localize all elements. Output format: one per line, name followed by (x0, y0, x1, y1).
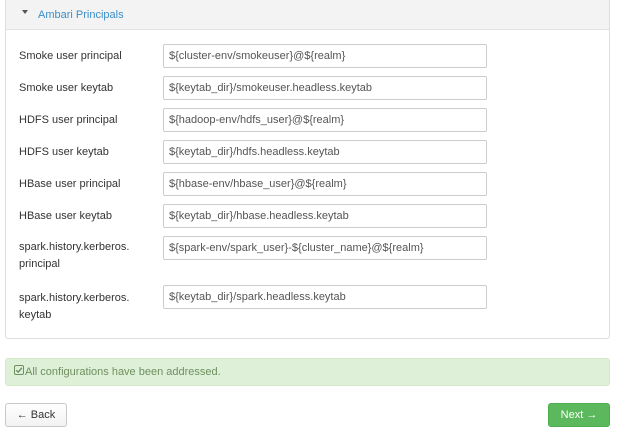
hdfs-user-keytab-input[interactable] (163, 140, 487, 164)
spark-history-keytab-input[interactable] (163, 285, 487, 309)
check-square-icon (14, 365, 24, 375)
hbase-user-keytab-input[interactable] (163, 204, 487, 228)
smoke-user-principal-input[interactable] (163, 44, 487, 68)
kerberos-configure-page: Ambari Principals Smoke user principal S… (0, 0, 624, 429)
field-label: HBase user principal (19, 178, 121, 190)
field-label: spark.history.kerberos. keytab (19, 292, 130, 321)
spark-history-principal-input[interactable] (163, 236, 487, 260)
field-label: HDFS user keytab (19, 146, 109, 158)
alert-message: All configurations have been addressed. (25, 366, 221, 378)
success-alert: All configurations have been addressed. (5, 358, 610, 386)
field-label: Smoke user principal (19, 50, 122, 62)
next-button[interactable]: Next → (548, 403, 610, 427)
smoke-user-keytab-input[interactable] (163, 76, 487, 100)
field-label: Smoke user keytab (19, 82, 114, 94)
panel-heading[interactable]: Ambari Principals (6, 0, 609, 30)
hdfs-user-principal-input[interactable] (163, 108, 487, 132)
field-label: HBase user keytab (19, 210, 112, 222)
field-label: HDFS user principal (19, 114, 118, 126)
ambari-principals-panel: Ambari Principals Smoke user principal S… (5, 0, 610, 339)
field-label: spark.history.kerberos. principal (19, 241, 130, 270)
caret-down-icon[interactable] (22, 10, 28, 14)
hbase-user-principal-input[interactable] (163, 172, 487, 196)
back-button[interactable]: ← Back (5, 403, 67, 427)
panel-title[interactable]: Ambari Principals (38, 8, 124, 22)
